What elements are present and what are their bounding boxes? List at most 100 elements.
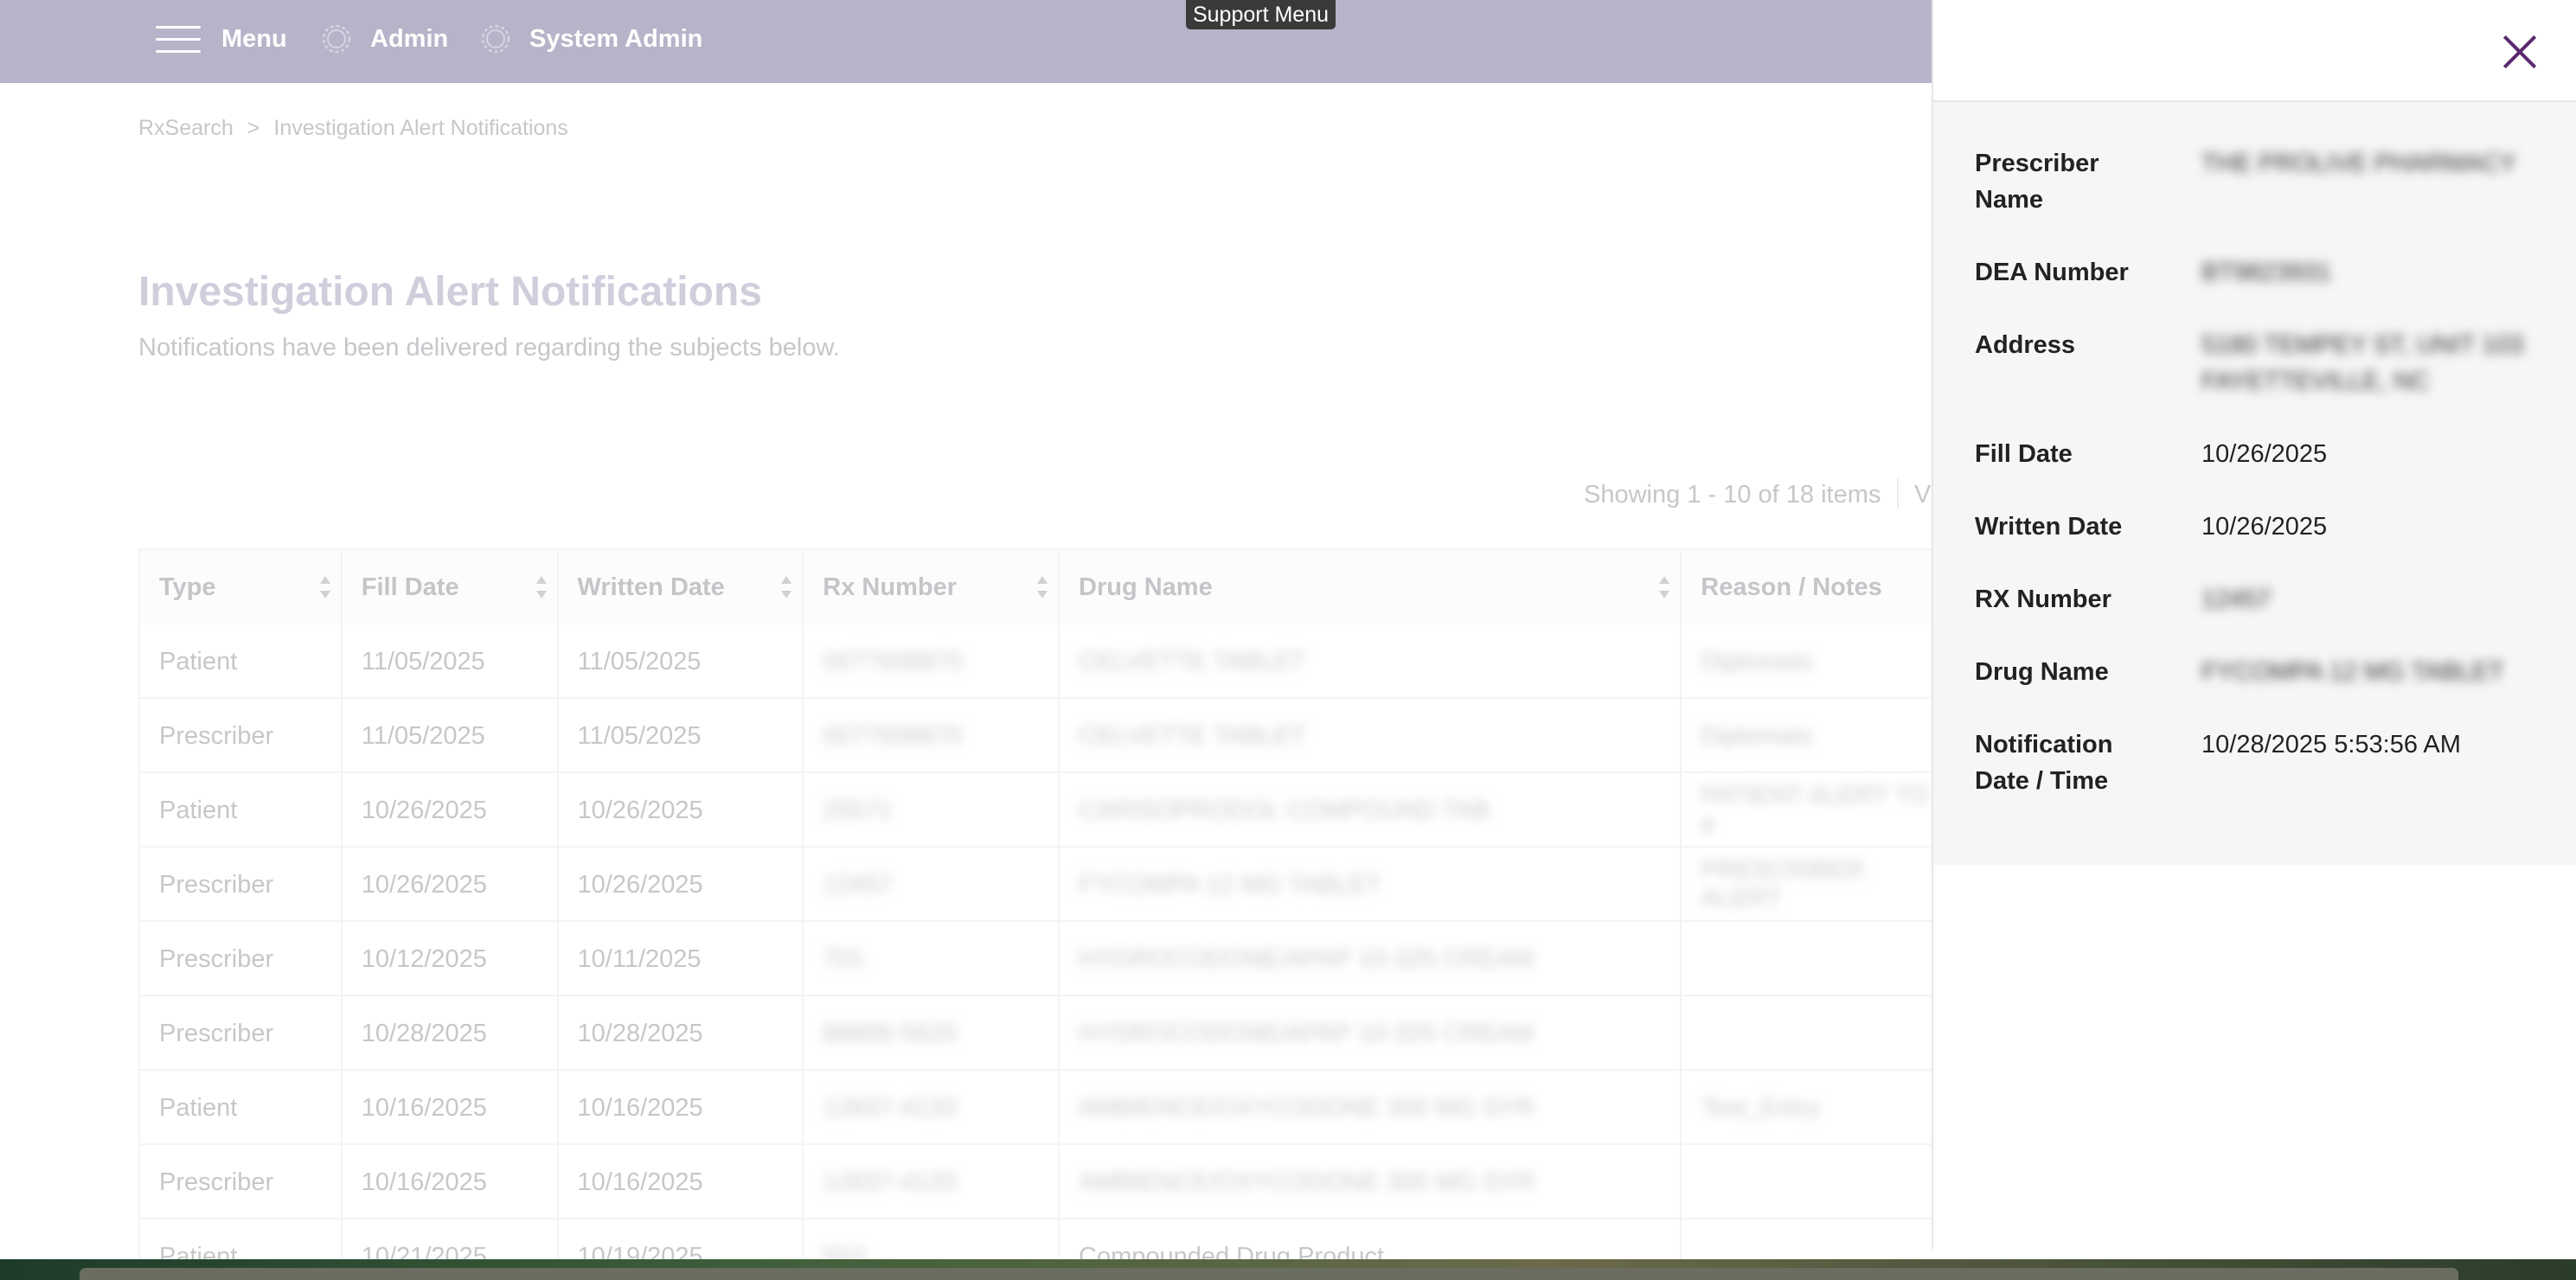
fill-date-label: Fill Date [1975,440,2073,468]
cell-type-text: Prescriber [159,870,274,899]
cell-fill: 10/16/2025 [343,1145,559,1219]
cell-rx: 12837-4120 [804,1071,1060,1145]
close-icon[interactable] [2502,35,2536,69]
cell-fill: 10/26/2025 [343,773,559,848]
cell-drug: CARISOPRODOL COMPOUND TAB [1060,773,1682,848]
cell-type: Prescriber [140,848,343,922]
pager-divider [1897,477,1899,509]
cell-drug-text: HYDROCODONE/APAP 10-325 CREAM [1079,944,1534,973]
table-row[interactable]: Prescriber 10/26/2025 10/26/2025 12457 FYCOM… [140,848,1938,922]
column-header-drug-name[interactable]: Drug Name [1060,550,1682,624]
breadcrumb-root[interactable]: RxSearch [138,116,234,141]
detail-panel: Prescriber Name THE PROLIVE PHARMACY DEA… [1932,0,2576,1249]
cell-rx: 12837-4120 [804,1145,1060,1219]
sort-icon [1659,576,1670,598]
cell-rx-text: 25571 [823,796,893,824]
written-date-label: Written Date [1975,513,2123,541]
table-row[interactable]: Patient 11/05/2025 11/05/2025 0077938870 CEL… [140,624,1938,699]
column-header-type[interactable]: Type [140,550,343,624]
cell-drug-text: HYDROCODONE/APAP 10-325 CREAM [1079,1019,1534,1047]
cell-reason [1682,1145,1938,1219]
cell-written-text: 10/11/2025 [577,944,702,973]
cell-written-text: 10/26/2025 [577,870,703,899]
cell-type: Patient [140,624,343,699]
cell-type-text: Prescriber [159,944,274,973]
cell-rx-text: 0077938870 [823,721,963,750]
cell-fill: 11/05/2025 [343,624,559,699]
cell-reason-text: Diplomats [1701,721,1813,750]
sort-icon [781,576,792,598]
cell-rx: 0077938870 [804,699,1060,773]
cell-written-text: 10/28/2025 [577,1019,703,1047]
cell-drug: HYDROCODONE/APAP 10-325 CREAM [1060,996,1682,1071]
notification-datetime-value: 10/28/2025 5:53:56 AM [2201,731,2461,758]
cell-fill: 10/16/2025 [343,1071,559,1145]
cell-drug: CELVETTE TABLET [1060,624,1682,699]
table-row[interactable]: Prescriber 10/28/2025 10/28/2025 88806-5620… [140,996,1938,1071]
cell-fill-text: 11/05/2025 [361,647,485,675]
cell-drug: HYDROCODONE/APAP 10-325 CREAM [1060,922,1682,996]
prescriber-name-label: Prescriber Name [1975,150,2099,214]
table-row[interactable]: Prescriber 11/05/2025 11/05/2025 0077938870… [140,699,1938,773]
gear-icon [481,24,510,54]
system-admin-button[interactable]: System Admin [476,0,702,78]
support-menu-tooltip: Support Menu [1186,0,1336,29]
column-header-written-date[interactable]: Written Date [558,550,804,624]
cell-written-text: 10/16/2025 [577,1168,703,1196]
cell-rx: 25571 [804,773,1060,848]
fill-date-value: 10/26/2025 [2201,440,2328,468]
dea-number-value: BT9823931 [2201,259,2331,286]
cell-drug: FYCOMPA 12 MG TABLET [1060,848,1682,922]
cell-drug: AMBIENCE/OXYCODONE 300 MG SYR [1060,1145,1682,1219]
cell-type: Prescriber [140,996,343,1071]
cell-type: Prescriber [140,699,343,773]
table-row[interactable]: Prescriber 10/16/2025 10/16/2025 12837-4120… [140,1145,1938,1219]
view-control[interactable]: V [1914,481,1931,509]
cell-type: Prescriber [140,922,343,996]
cell-written: 10/16/2025 [559,1145,804,1219]
address-value: 5180 TEMPEY ST, UNIT 103 FAYETTEVILLE, N… [2201,331,2524,395]
table-row[interactable]: Patient 10/26/2025 10/26/2025 25571 CARISOPR… [140,773,1938,848]
cell-drug-text: FYCOMPA 12 MG TABLET [1079,870,1381,899]
dea-number-label: DEA Number [1975,259,2129,286]
cell-type-text: Patient [159,796,238,824]
cell-drug: AMBIENCE/OXYCODONE 300 MG SYR [1060,1071,1682,1145]
cell-rx-text: 12837-4120 [823,1168,958,1196]
cell-fill-text: 10/26/2025 [361,870,487,899]
page-subtitle: Notifications have been delivered regard… [138,334,840,362]
table-row[interactable]: Patient 10/16/2025 10/16/2025 12837-4120 AMB… [140,1071,1938,1145]
cell-written: 10/11/2025 [559,922,804,996]
cell-written-text: 10/16/2025 [577,1093,703,1122]
cell-reason: PATIENT ALERT TO e [1682,773,1938,848]
table-header: Type Fill Date Written Date Rx Number Dr… [140,550,1938,624]
cell-reason-text: Diplomats [1701,647,1813,675]
menu-label: Menu [221,24,287,53]
cell-type-text: Prescriber [159,1019,274,1047]
admin-label: Admin [370,24,449,53]
notifications-table: Type Fill Date Written Date Rx Number Dr… [138,548,1938,1280]
column-header-fill-date[interactable]: Fill Date [342,550,559,624]
page-title: Investigation Alert Notifications [138,269,762,315]
cell-fill: 11/05/2025 [343,699,559,773]
panel-header [1933,0,2576,102]
cell-fill-text: 10/16/2025 [361,1093,487,1122]
breadcrumb: RxSearch > Investigation Alert Notificat… [138,116,568,141]
cell-type: Prescriber [140,1145,343,1219]
sort-icon [1037,576,1048,598]
cell-fill-text: 10/28/2025 [361,1019,487,1047]
sort-icon [535,576,547,598]
menu-button[interactable]: Menu [156,0,287,78]
rx-number-value: 12457 [2201,586,2272,613]
cell-reason: Test_Entry [1682,1071,1938,1145]
cell-fill: 10/26/2025 [343,848,559,922]
cell-rx: 12457 [804,848,1060,922]
column-header-rx-number[interactable]: Rx Number [804,550,1060,624]
cell-reason: Diplomats [1682,699,1938,773]
column-header-reason-notes[interactable]: Reason / Notes [1682,550,1938,624]
breadcrumb-separator: > [247,116,260,140]
cell-drug-text: AMBIENCE/OXYCODONE 300 MG SYR [1079,1093,1535,1122]
table-row[interactable]: Prescriber 10/12/2025 10/11/2025 701 HYDROCO… [140,922,1938,996]
cell-written: 10/16/2025 [559,1071,804,1145]
cell-written: 10/26/2025 [559,848,804,922]
admin-button[interactable]: Admin [317,0,448,78]
